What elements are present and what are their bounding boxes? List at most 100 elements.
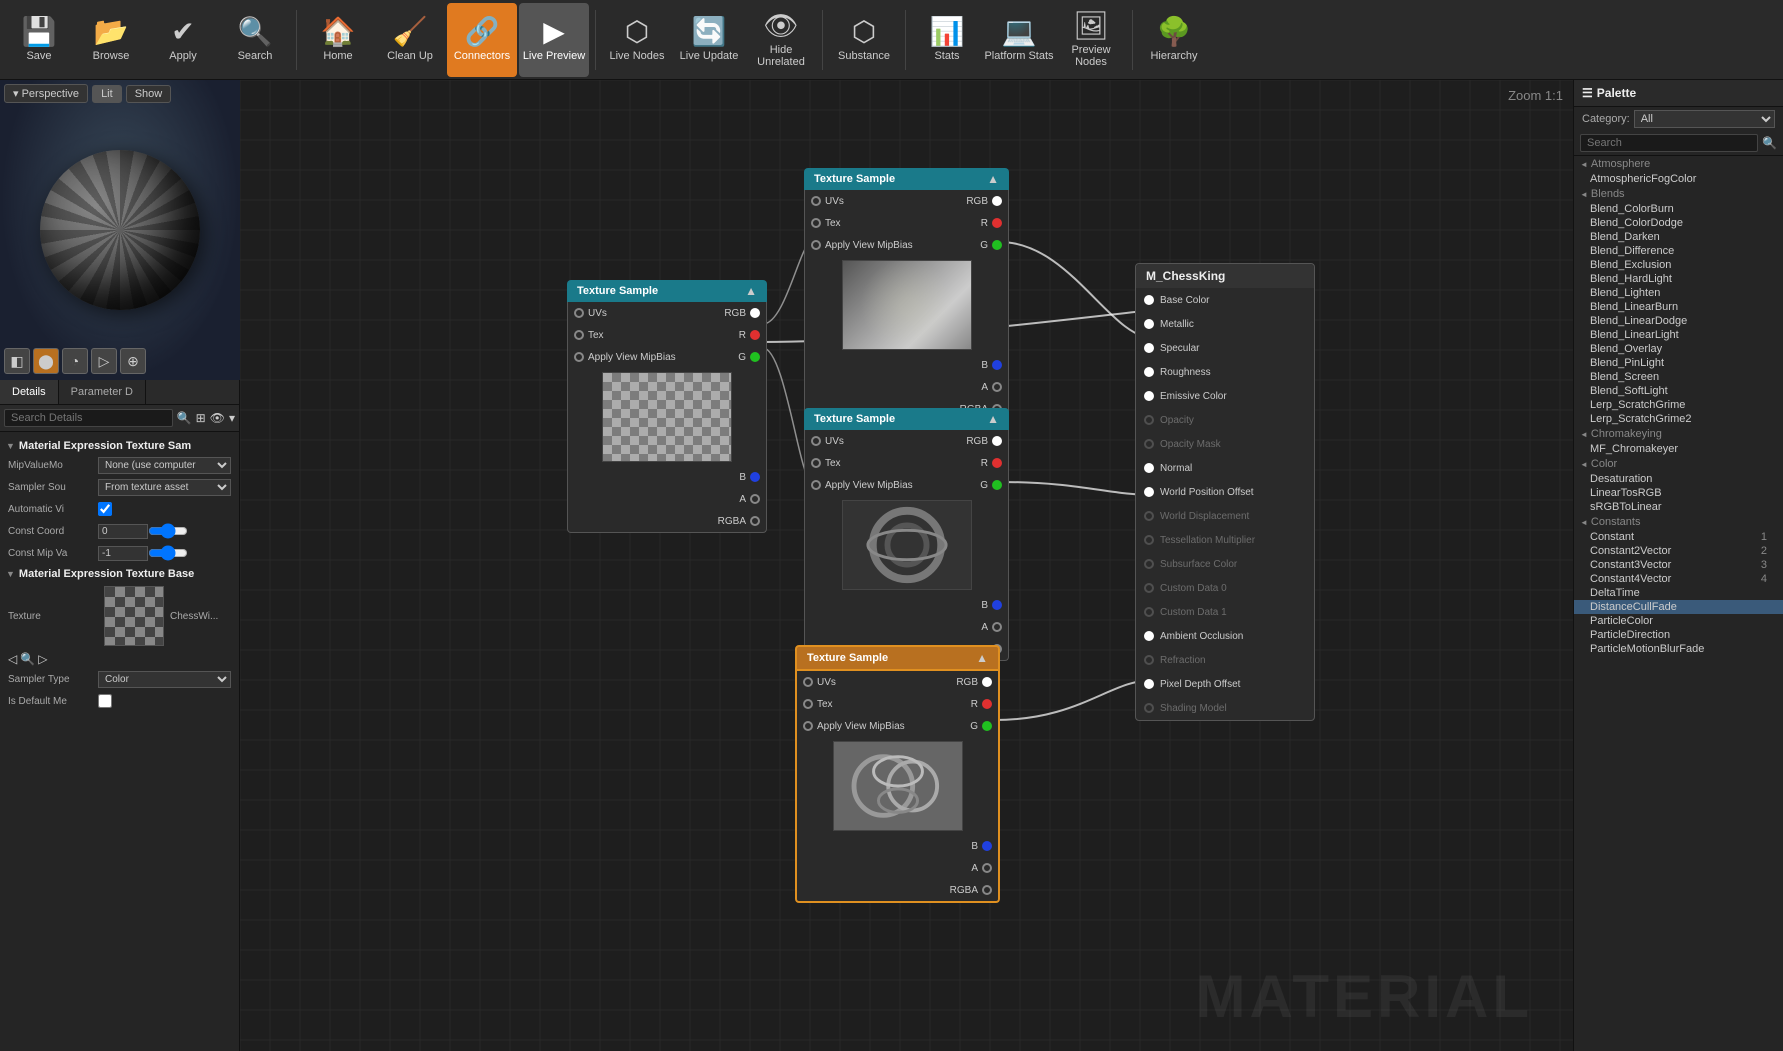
node-tex4-expand[interactable]: ▲ [976,651,988,665]
prop-constmipva-slider[interactable] [148,545,188,561]
browse-button[interactable]: 📂 Browse [76,3,146,77]
palette-item-blend-screen[interactable]: Blend_Screen [1574,370,1783,384]
node-tex2[interactable]: Texture Sample ▲ UVs RGB Tex R Apply Vie… [804,168,1009,421]
node-tex1-expand[interactable]: ▲ [745,284,757,298]
liveupdate-button[interactable]: 🔄 Live Update [674,3,744,77]
palette-item-blend-darken[interactable]: Blend_Darken [1574,230,1783,244]
palette-section-chromakeying[interactable]: Chromakeying [1574,426,1783,442]
details-tabs: Details Parameter D [0,380,239,405]
prop-mipvaluemode-select[interactable]: None (use computer [98,457,231,474]
palette-item-blend-exclusion[interactable]: Blend_Exclusion [1574,258,1783,272]
palette-section-atmosphere[interactable]: Atmosphere [1574,156,1783,172]
texture-search-icon[interactable]: 🔍 [20,652,35,666]
palette-item-particlecolor[interactable]: ParticleColor [1574,614,1783,628]
vp-icon-1[interactable]: ◧ [4,348,30,374]
details-search-input[interactable] [4,409,173,427]
search-button[interactable]: 🔍 Search [220,3,290,77]
show-button[interactable]: Show [126,85,172,103]
palette-item-blend-pinlight[interactable]: Blend_PinLight [1574,356,1783,370]
substance-button[interactable]: ⬡ Substance [829,3,899,77]
palette-item-lerp-scratchgrime2[interactable]: Lerp_ScratchGrime2 [1574,412,1783,426]
texture-forward-icon[interactable]: ▷ [38,652,47,666]
prop-samplersou: Sampler Sou From texture asset [4,476,235,498]
pin-right-b1: B [739,472,766,483]
palette-item-blend-lineardodge[interactable]: Blend_LinearDodge [1574,314,1783,328]
node-tex1[interactable]: Texture Sample ▲ UVs RGB [567,280,767,533]
palette-item-constant[interactable]: Constant1 [1574,530,1783,544]
palette-section-blends[interactable]: Blends [1574,186,1783,202]
hierarchy-button[interactable]: 🌳 Hierarchy [1139,3,1209,77]
node-tex2-header[interactable]: Texture Sample ▲ [804,168,1009,190]
palette-item-lerp-scratchgrime[interactable]: Lerp_ScratchGrime [1574,398,1783,412]
palette-item-lineartosrgb[interactable]: LinearTosRGB [1574,486,1783,500]
palette-item-mf-chromakeyer[interactable]: MF_Chromakeyer [1574,442,1783,456]
livenodes-button[interactable]: ⬡ Live Nodes [602,3,672,77]
node-tex3[interactable]: Texture Sample ▲ UVs RGB Tex R Apply Vie… [804,408,1009,661]
vp-icon-3[interactable]: ◔ [62,348,88,374]
palette-item-constant2vector[interactable]: Constant2Vector2 [1574,544,1783,558]
palette-item-deltatime[interactable]: DeltaTime [1574,586,1783,600]
search-label: Search [238,50,273,62]
node-tex4[interactable]: Texture Sample ▲ UVs RGB Tex R Apply Vie… [795,645,1000,903]
category-select[interactable]: All [1634,110,1775,128]
section-matexp-header[interactable]: Material Expression Texture Sam [4,436,235,454]
prop-samplersou-select[interactable]: From texture asset [98,479,231,496]
node-tex4-header[interactable]: Texture Sample ▲ [795,645,1000,671]
perspective-button[interactable]: ▾ Perspective [4,84,88,103]
palette-item-blend-linearburn[interactable]: Blend_LinearBurn [1574,300,1783,314]
lit-button[interactable]: Lit [92,85,122,103]
palette-item-blend-colordodge[interactable]: Blend_ColorDodge [1574,216,1783,230]
save-button[interactable]: 💾 Save [4,3,74,77]
palette-section-color[interactable]: Color [1574,456,1783,472]
vp-icon-4[interactable]: ▷ [91,348,117,374]
hideunrelated-button[interactable]: 👁 Hide Unrelated [746,3,816,77]
tab-parameter[interactable]: Parameter D [59,380,146,404]
palette-search-icon: 🔍 [1762,136,1777,150]
vp-icon-5[interactable]: ⊕ [120,348,146,374]
palette-item-blend-linearlight[interactable]: Blend_LinearLight [1574,328,1783,342]
section-matbase-header[interactable]: Material Expression Texture Base [4,564,235,582]
palette-item-atmosphericfogcolor[interactable]: AtmosphericFogColor [1574,172,1783,186]
livepreview-button[interactable]: ▶ Live Preview [519,3,589,77]
details-down-icon[interactable]: ▾ [229,411,235,425]
prop-constmipva-input[interactable] [98,546,148,561]
palette-item-srgbtolinear[interactable]: sRGBToLinear [1574,500,1783,514]
palette-item-constant3vector[interactable]: Constant3Vector3 [1574,558,1783,572]
material-node[interactable]: M_ChessKing Base Color Metallic Specular… [1135,263,1315,721]
stats-button[interactable]: 📊 Stats [912,3,982,77]
palette-search-input[interactable] [1580,134,1758,152]
node-graph[interactable]: Zoom 1:1 MATERIAL Texture Sample ▲ [240,80,1573,1051]
palette-item-blend-overlay[interactable]: Blend_Overlay [1574,342,1783,356]
palette-item-desaturation[interactable]: Desaturation [1574,472,1783,486]
palette-item-blend-softlight[interactable]: Blend_SoftLight [1574,384,1783,398]
prop-constcoord-slider[interactable] [148,523,188,539]
palette-item-blend-lighten[interactable]: Blend_Lighten [1574,286,1783,300]
palette-item-distancecullfade[interactable]: DistanceCullFade [1574,600,1783,614]
connectors-button[interactable]: 🔗 Connectors [447,3,517,77]
prop-samplertype-select[interactable]: Color [98,671,231,688]
platformstats-button[interactable]: 💻 Platform Stats [984,3,1054,77]
prop-constcoord-input[interactable] [98,524,148,539]
vp-icon-2[interactable]: ⬤ [33,348,59,374]
node-tex3-expand[interactable]: ▲ [987,412,999,426]
prop-isdefaultme-checkbox[interactable] [98,694,112,708]
palette-item-blend-colorburn[interactable]: Blend_ColorBurn [1574,202,1783,216]
cleanup-button[interactable]: 🧹 Clean Up [375,3,445,77]
palette-item-constant4vector[interactable]: Constant4Vector4 [1574,572,1783,586]
palette-item-blend-hardlight[interactable]: Blend_HardLight [1574,272,1783,286]
details-grid-icon[interactable]: ⊞ [196,411,206,425]
previewnodes-button[interactable]: 🖼 Preview Nodes [1056,3,1126,77]
node-tex1-header[interactable]: Texture Sample ▲ [567,280,767,302]
details-eye-icon[interactable]: 👁 [210,411,225,425]
tab-details[interactable]: Details [0,380,59,404]
palette-item-particlemotionblurfade[interactable]: ParticleMotionBlurFade [1574,642,1783,656]
apply-button[interactable]: ✔ Apply [148,3,218,77]
home-button[interactable]: 🏠 Home [303,3,373,77]
texture-back-icon[interactable]: ◁ [8,652,17,666]
palette-section-constants[interactable]: Constants [1574,514,1783,530]
node-tex2-expand[interactable]: ▲ [987,172,999,186]
prop-automaticvi-checkbox[interactable] [98,502,112,516]
palette-item-particledirection[interactable]: ParticleDirection [1574,628,1783,642]
palette-item-blend-difference[interactable]: Blend_Difference [1574,244,1783,258]
node-tex3-header[interactable]: Texture Sample ▲ [804,408,1009,430]
